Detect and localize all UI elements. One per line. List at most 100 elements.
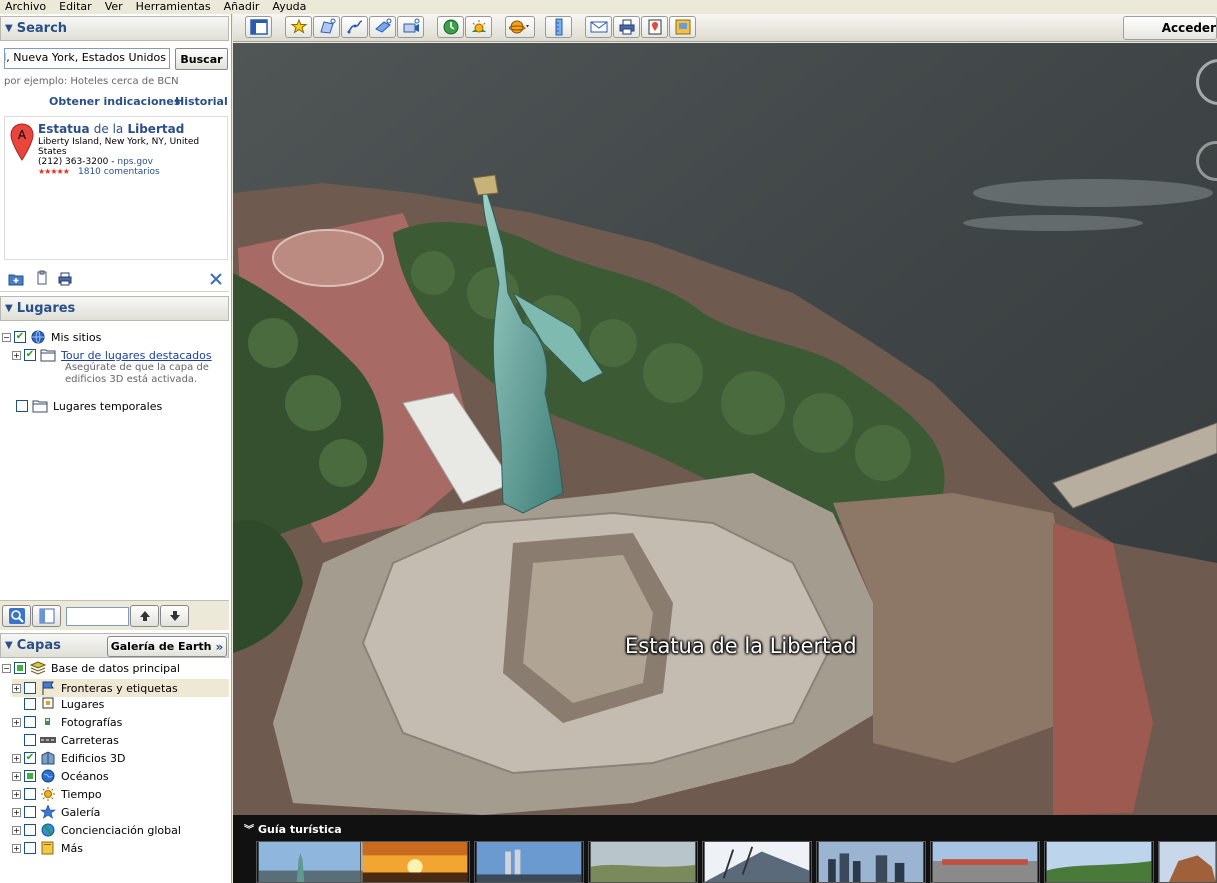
- result-reviews-link[interactable]: 1810 comentarios: [78, 167, 160, 177]
- close-icon[interactable]: [208, 271, 224, 287]
- layer-row-roads[interactable]: Carreteras: [24, 733, 119, 747]
- collapse-expander-icon[interactable]: −: [2, 663, 11, 673]
- tour-thumbnail[interactable]: [702, 841, 812, 883]
- layer-row-borders[interactable]: + Fronteras y etiquetas: [12, 679, 229, 697]
- collapse-triangle-icon[interactable]: ▼: [5, 303, 13, 314]
- layer-checkbox[interactable]: [24, 788, 36, 800]
- toggle-sidebar-button[interactable]: [245, 16, 272, 38]
- earth-gallery-button[interactable]: Galería de Earth»: [107, 636, 227, 657]
- search-result-card[interactable]: A Estatua de la Libertad Liberty Island,…: [4, 116, 228, 260]
- menu-ver[interactable]: Ver: [100, 0, 131, 13]
- layer-checkbox[interactable]: [24, 770, 36, 782]
- sidebar-toggle-button[interactable]: [32, 605, 61, 627]
- expand-expander-icon[interactable]: +: [12, 753, 21, 763]
- copy-icon[interactable]: [34, 270, 50, 286]
- my-places-checkbox[interactable]: ✔: [14, 331, 26, 343]
- history-link[interactable]: Historial: [175, 95, 228, 108]
- aerial-imagery[interactable]: [233, 43, 1217, 815]
- switch-planet-button[interactable]: [505, 16, 535, 38]
- layer-checkbox[interactable]: [14, 662, 26, 674]
- tour-thumbnail[interactable]: [360, 841, 470, 883]
- layer-row-primary-db[interactable]: − Base de datos principal: [2, 661, 180, 675]
- print-button[interactable]: [613, 16, 640, 38]
- layer-row-more[interactable]: + Más: [12, 841, 83, 855]
- tour-checkbox[interactable]: ✔: [24, 349, 36, 361]
- layer-row-weather[interactable]: + Tiempo: [12, 787, 102, 801]
- print-icon[interactable]: [57, 271, 73, 287]
- temp-places-checkbox[interactable]: [16, 400, 28, 412]
- place-label[interactable]: Estatua de la Libertad: [625, 634, 857, 658]
- expand-expander-icon[interactable]: +: [12, 717, 21, 727]
- email-button[interactable]: [585, 16, 612, 38]
- collapse-chevron-icon[interactable]: ︾: [244, 825, 254, 836]
- layer-checkbox[interactable]: [24, 806, 36, 818]
- result-site-link[interactable]: nps.gov: [117, 157, 153, 167]
- tree-row-temp-places[interactable]: Lugares temporales: [16, 399, 162, 413]
- expand-expander-icon[interactable]: +: [12, 771, 21, 781]
- layer-row-oceans[interactable]: + Océanos: [12, 769, 109, 783]
- layer-checkbox[interactable]: [24, 734, 36, 746]
- map-3d-view[interactable]: Estatua de la Libertad: [233, 43, 1217, 815]
- sunlight-button[interactable]: [465, 16, 492, 38]
- move-up-button[interactable]: [130, 605, 159, 627]
- menu-editar[interactable]: Editar: [54, 0, 100, 13]
- menu-ayuda[interactable]: Ayuda: [267, 0, 314, 13]
- ruler-button[interactable]: [545, 16, 572, 38]
- tree-row-my-places[interactable]: − ✔ Mis sitios: [2, 330, 101, 344]
- expand-expander-icon[interactable]: +: [12, 683, 21, 693]
- expand-expander-icon[interactable]: +: [12, 789, 21, 799]
- layer-checkbox[interactable]: [24, 682, 36, 694]
- view-in-maps-button[interactable]: [641, 16, 668, 38]
- tour-guide-title[interactable]: ︾ Guía turística: [244, 821, 342, 836]
- layer-row-global-awareness[interactable]: + Concienciación global: [12, 823, 181, 837]
- add-placemark-button[interactable]: [285, 16, 312, 38]
- search-panel-header[interactable]: ▼ Search: [0, 16, 229, 41]
- collapse-expander-icon[interactable]: −: [2, 332, 11, 342]
- add-path-button[interactable]: [341, 16, 368, 38]
- tour-thumbnail[interactable]: [930, 841, 1040, 883]
- record-tour-button[interactable]: [397, 16, 424, 38]
- tree-row-tour[interactable]: + ✔ Tour de lugares destacados: [12, 348, 212, 362]
- expand-expander-icon[interactable]: +: [12, 350, 21, 360]
- layer-checkbox[interactable]: [24, 716, 36, 728]
- tour-thumbnail[interactable]: [474, 841, 584, 883]
- menu-anadir[interactable]: Añadir: [219, 0, 268, 13]
- expand-expander-icon[interactable]: +: [12, 807, 21, 817]
- result-title[interactable]: Estatua de la Libertad: [38, 122, 184, 136]
- layer-checkbox[interactable]: [24, 824, 36, 836]
- expand-expander-icon[interactable]: +: [12, 825, 21, 835]
- save-image-button[interactable]: [669, 16, 696, 38]
- search-input[interactable]: rtad, Nueva York, Estados Unidos: [4, 48, 170, 69]
- tour-thumbnail[interactable]: [1044, 841, 1154, 883]
- layer-row-gallery[interactable]: + Galería: [12, 805, 100, 819]
- menu-archivo[interactable]: Archivo: [0, 0, 54, 13]
- historical-imagery-button[interactable]: [437, 16, 464, 38]
- expand-expander-icon[interactable]: +: [12, 843, 21, 853]
- search-button[interactable]: Buscar: [175, 48, 228, 70]
- collapse-triangle-icon[interactable]: ▼: [5, 23, 13, 34]
- directions-link[interactable]: Obtener indicaciones: [49, 95, 180, 108]
- layer-checkbox[interactable]: ✔: [24, 752, 36, 764]
- places-panel-header[interactable]: ▼ Lugares: [0, 296, 229, 321]
- add-polygon-button[interactable]: [313, 16, 340, 38]
- layer-checkbox[interactable]: [24, 698, 36, 710]
- search-mode-button[interactable]: [2, 605, 31, 627]
- collapse-triangle-icon[interactable]: ▼: [5, 640, 13, 651]
- map-marker-icon[interactable]: A: [10, 123, 34, 161]
- menu-editar-label: Editar: [59, 0, 92, 13]
- menu-herramientas[interactable]: Herramientas: [131, 0, 219, 13]
- tour-thumbnail[interactable]: [256, 841, 366, 883]
- navigation-field[interactable]: [66, 607, 129, 626]
- tour-link[interactable]: Tour de lugares destacados: [61, 349, 212, 362]
- sign-in-button[interactable]: Acceder: [1123, 16, 1217, 40]
- layer-row-places[interactable]: Lugares: [24, 697, 104, 711]
- layer-row-3d-buildings[interactable]: + ✔ Edificios 3D: [12, 751, 125, 765]
- layer-row-photos[interactable]: + Fotografías: [12, 715, 122, 729]
- add-image-overlay-button[interactable]: [369, 16, 396, 38]
- tour-thumbnail[interactable]: [816, 841, 926, 883]
- tour-thumbnail[interactable]: [588, 841, 698, 883]
- move-down-button[interactable]: [160, 605, 189, 627]
- layer-checkbox[interactable]: [24, 842, 36, 854]
- tour-thumbnail[interactable]: [1158, 841, 1217, 883]
- add-folder-icon[interactable]: [8, 271, 24, 287]
